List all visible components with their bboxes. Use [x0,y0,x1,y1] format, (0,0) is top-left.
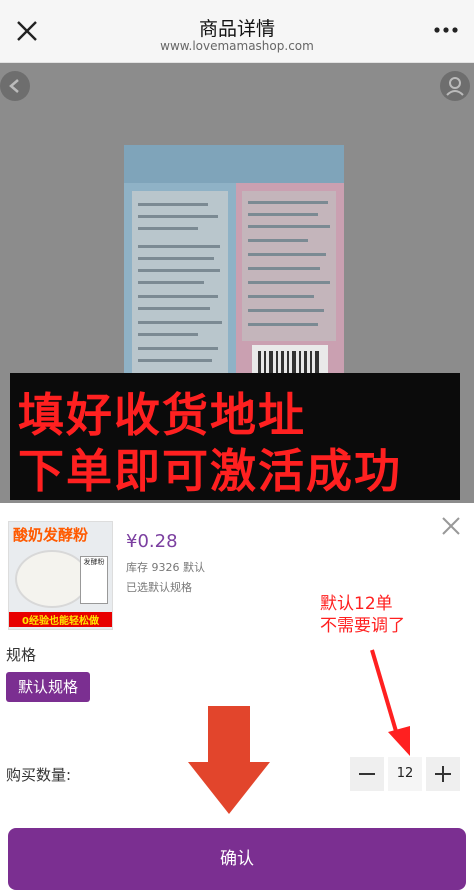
annotation-arrows [188,649,410,814]
thin-arrow-icon [370,649,400,739]
thin-arrow-head-icon [388,726,410,756]
big-down-arrow-icon [188,706,270,814]
